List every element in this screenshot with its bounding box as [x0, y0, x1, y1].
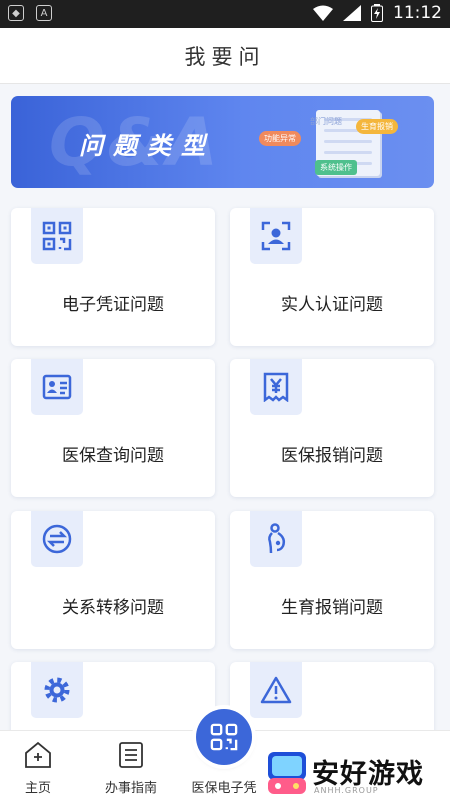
icon-box: [31, 511, 83, 567]
icon-box: [31, 208, 83, 264]
card-insurance-query[interactable]: 医保查询问题: [11, 359, 215, 497]
card-settings-question[interactable]: [11, 662, 215, 730]
watermark-subtext: ANHH.GROUP: [314, 786, 379, 795]
tab-guide-label: 办事指南: [104, 781, 157, 796]
gear-icon: [44, 677, 70, 703]
battery-icon: [371, 4, 383, 22]
face-scan-icon: [261, 221, 291, 251]
tab-guide[interactable]: 办事指南: [96, 731, 166, 800]
card-label: 电子凭证问题: [62, 295, 164, 315]
card-label: 关系转移问题: [62, 598, 164, 618]
card-label: 生育报销问题: [281, 598, 383, 618]
status-right-icons: 11:12: [313, 3, 442, 23]
card-maternity-reimbursement[interactable]: 生育报销问题: [230, 511, 434, 649]
tag-dept: 部门问题: [310, 117, 342, 126]
home-icon: [25, 741, 51, 768]
tag-sys: 系统操作: [315, 160, 357, 175]
status-bar: ◆ A 11:12: [0, 0, 450, 28]
icon-box: [31, 359, 83, 415]
status-time: 11:12: [393, 3, 442, 23]
page-title: 我要问: [184, 44, 266, 69]
qa-banner: Q&A 问题类型: [11, 96, 434, 188]
tab-home[interactable]: 主页: [8, 731, 68, 800]
icon-box: [250, 359, 302, 415]
warning-icon: [260, 676, 292, 704]
receipt-yen-icon: [263, 372, 289, 402]
guide-list-icon: [119, 742, 143, 768]
id-card-icon: [42, 374, 72, 400]
tag-birth: 生育报销: [356, 119, 398, 134]
card-label: 实人认证问题: [281, 295, 383, 315]
status-left-icons: ◆ A: [8, 5, 52, 21]
tab-home-label: 主页: [24, 781, 51, 796]
question-type-grid: 电子凭证问题 实人认证问题 医保查询问题 医保报销问题 关系转移问题 生育报销问…: [0, 200, 450, 730]
watermark: 安好游戏 ANHH.GROUP: [266, 746, 450, 800]
card-label: 医保报销问题: [281, 446, 383, 466]
tab-voucher-label: 医保电子凭: [191, 781, 257, 796]
card-relation-transfer[interactable]: 关系转移问题: [11, 511, 215, 649]
tab-voucher[interactable]: 医保电子凭: [176, 731, 272, 800]
card-insurance-reimbursement[interactable]: 医保报销问题: [230, 359, 434, 497]
card-real-person-auth[interactable]: 实人认证问题: [230, 208, 434, 346]
card-e-voucher[interactable]: 电子凭证问题: [11, 208, 215, 346]
banner-title: 问题类型: [79, 132, 215, 160]
icon-box: [250, 511, 302, 567]
font-notification-icon: A: [36, 5, 52, 21]
tag-func: 功能异常: [259, 131, 301, 146]
card-warning-question[interactable]: [230, 662, 434, 730]
signal-icon: [343, 5, 361, 21]
transfer-icon: [42, 524, 72, 554]
icon-box: [31, 662, 83, 718]
wifi-icon: [313, 5, 333, 21]
shield-notification-icon: ◆: [8, 5, 24, 21]
card-label: 医保查询问题: [62, 446, 164, 466]
icon-box: [250, 662, 302, 718]
page-header: 我要问: [0, 28, 450, 84]
pregnant-icon: [268, 523, 286, 554]
icon-box: [250, 208, 302, 264]
qr-code-icon: [42, 221, 72, 251]
game-logo-icon: [268, 752, 306, 794]
